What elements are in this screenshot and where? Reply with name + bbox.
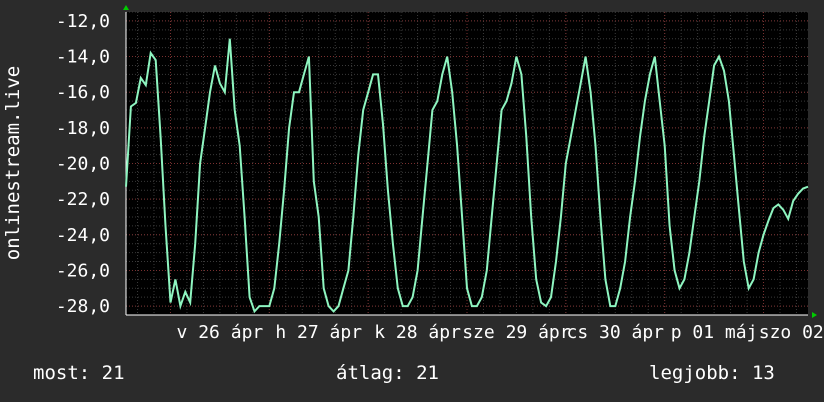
- y-tick-label: -14,0: [56, 47, 110, 68]
- y-axis-label: onlinestream.live: [2, 66, 24, 260]
- x-tick-label: cs 30 ápr: [566, 322, 664, 343]
- x-tick-labels: v 26 ápr h 27 ápr k 28 ápr sze 29 áprcs 30 …: [177, 322, 824, 343]
- stat-current: most: 21: [33, 362, 125, 384]
- y-tick-label: -28,0: [56, 296, 110, 317]
- temperature-line-chart: -12,0 -14,0 -16,0 -18,0 -20,0 -22,0 -24,0 -26,0…: [2, 5, 824, 343]
- y-tick-label: -20,0: [56, 154, 110, 175]
- x-axis-arrow: [812, 312, 817, 318]
- x-tick-label: szo 02 máj: [759, 322, 824, 343]
- y-tick-label: -24,0: [56, 225, 110, 246]
- x-tick-label: k 28 ápr: [374, 322, 461, 343]
- x-tick-label: h 27 ápr: [275, 322, 362, 343]
- stat-average: átlag: 21: [336, 362, 439, 384]
- y-tick-labels: -12,0 -14,0 -16,0 -18,0 -20,0 -22,0 -24,0 -26,0…: [56, 11, 110, 317]
- x-tick-label: p 01 máj: [671, 322, 758, 343]
- y-tick-label: -16,0: [56, 82, 110, 103]
- y-tick-label: -22,0: [56, 189, 110, 210]
- x-tick-label: v 26 ápr: [177, 322, 264, 343]
- y-tick-label: -18,0: [56, 118, 110, 139]
- y-tick-label: -12,0: [56, 11, 110, 32]
- stat-best: legjobb: 13: [649, 362, 775, 384]
- x-tick-label: sze 29 ápr: [462, 322, 571, 343]
- y-tick-label: -26,0: [56, 260, 110, 281]
- y-axis-arrow: [123, 5, 129, 10]
